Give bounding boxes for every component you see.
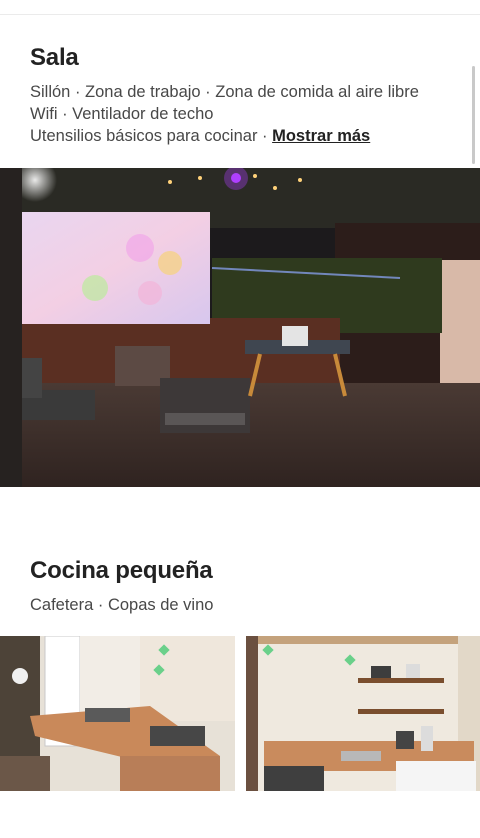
amenities-line-3-text: Utensilios básicos para cocinar · <box>30 127 273 145</box>
amenities-line-3: Utensilios básicos para cocinar · Mostra… <box>30 127 370 146</box>
scrollbar[interactable] <box>472 66 475 164</box>
show-more-link[interactable]: Mostrar más <box>272 127 370 145</box>
amenities-line-cocina: Cafetera · Copas de vino <box>30 596 214 614</box>
amenities-line-1: Sillón · Zona de trabajo · Zona de comid… <box>30 83 419 101</box>
section-title-cocina: Cocina pequeña <box>30 557 213 584</box>
living-room-patio-photo[interactable] <box>0 168 480 487</box>
top-divider <box>0 14 480 15</box>
kitchen-counter-photo[interactable] <box>0 636 235 791</box>
amenities-line-2: Wifi · Ventilador de techo <box>30 105 214 123</box>
section-title-sala: Sala <box>30 44 79 71</box>
kitchen-stove-photo[interactable] <box>246 636 480 791</box>
